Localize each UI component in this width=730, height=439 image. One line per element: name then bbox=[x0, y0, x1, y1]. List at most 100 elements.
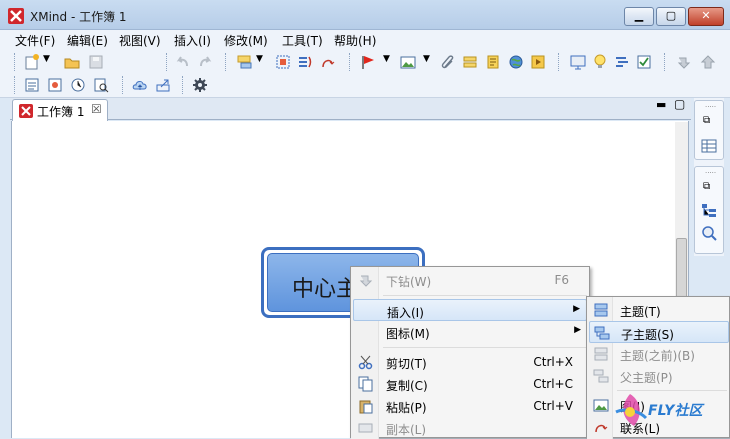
menu-edit[interactable]: 编辑(E) bbox=[67, 32, 108, 49]
grip-dots: ····· bbox=[705, 169, 717, 177]
image-icon[interactable] bbox=[400, 54, 416, 70]
restore-view-icon[interactable]: ⧉ bbox=[703, 115, 710, 126]
menu-item-shortcut: F6 bbox=[554, 273, 569, 287]
drill-down-icon[interactable] bbox=[676, 54, 692, 70]
minimize-view-icon[interactable]: ▬ bbox=[656, 98, 666, 111]
maximize-view-icon[interactable]: ▢ bbox=[674, 97, 685, 111]
toolbar-separator bbox=[182, 76, 183, 94]
dropdown-arrow-icon[interactable]: ▼ bbox=[423, 54, 430, 64]
topic-before-icon bbox=[594, 347, 608, 361]
menu-item-icon[interactable]: 图标(M) ▶ bbox=[353, 321, 587, 343]
image-icon bbox=[593, 399, 609, 412]
copy-icon bbox=[358, 376, 373, 392]
menu-file[interactable]: 文件(F) bbox=[15, 32, 55, 49]
summary-icon[interactable] bbox=[297, 54, 313, 70]
marker-flag-icon[interactable] bbox=[360, 54, 376, 70]
menu-item-label: 副本(L) bbox=[386, 423, 427, 437]
maximize-icon: ▢ bbox=[665, 9, 677, 22]
menu-item-copy[interactable]: 复制(C) Ctrl+C bbox=[353, 373, 587, 395]
open-folder-icon[interactable] bbox=[64, 54, 80, 70]
menu-item-label: 插入(I) bbox=[387, 306, 424, 320]
save-icon[interactable] bbox=[88, 54, 104, 70]
menu-help[interactable]: 帮助(H) bbox=[334, 32, 376, 49]
outline-tree-icon[interactable] bbox=[701, 203, 717, 219]
export-icon[interactable] bbox=[155, 77, 171, 93]
audio-note-icon[interactable] bbox=[530, 54, 546, 70]
topic-icon bbox=[594, 303, 608, 317]
menu-item-cut[interactable]: 剪切(T) Ctrl+X bbox=[353, 351, 587, 373]
menu-item-shortcut: Ctrl+V bbox=[533, 399, 573, 413]
submenu-item-label: 子主题(S) bbox=[621, 328, 674, 342]
menu-item-shortcut: Ctrl+X bbox=[533, 355, 573, 369]
find-icon[interactable] bbox=[93, 77, 109, 93]
central-topic-text: 中心主 bbox=[292, 277, 359, 302]
properties-view-icon[interactable] bbox=[701, 139, 717, 153]
clock-icon[interactable] bbox=[70, 77, 86, 93]
screenshot-icon[interactable] bbox=[47, 77, 63, 93]
watermark-text: FLY社区 bbox=[648, 403, 703, 419]
toolbar-separator bbox=[14, 76, 15, 94]
menu-item-label: 剪切(T) bbox=[386, 357, 427, 371]
toolbar-separator bbox=[14, 53, 15, 71]
close-button[interactable]: ✕ bbox=[688, 7, 724, 26]
redo-icon[interactable] bbox=[197, 54, 213, 70]
paste-icon bbox=[359, 400, 373, 414]
submenu-item-subtopic[interactable]: 子主题(S) bbox=[589, 321, 729, 343]
outline-view-icon[interactable] bbox=[24, 77, 40, 93]
hyperlink-globe-icon[interactable] bbox=[508, 54, 524, 70]
task-info-icon[interactable] bbox=[636, 54, 652, 70]
toolbar: ▼ ▼ ▼ ▼ bbox=[0, 48, 730, 98]
duplicate-icon bbox=[358, 423, 373, 433]
xmind-file-icon bbox=[19, 104, 33, 118]
attachment-icon[interactable] bbox=[440, 54, 456, 70]
submenu-item-topic-before[interactable]: 主题(之前)(B) bbox=[589, 343, 729, 365]
submenu-item-topic[interactable]: 主题(T) bbox=[589, 299, 729, 321]
maximize-button[interactable]: ▢ bbox=[656, 7, 686, 26]
grip-dots: ····· bbox=[705, 103, 717, 111]
gear-icon[interactable] bbox=[192, 77, 208, 93]
scrollbar-thumb[interactable] bbox=[676, 238, 687, 298]
toolbar-separator bbox=[122, 76, 123, 94]
label-icon[interactable] bbox=[462, 54, 478, 70]
presentation-icon[interactable] bbox=[570, 54, 586, 70]
menu-tools[interactable]: 工具(T) bbox=[282, 32, 323, 49]
notes-icon[interactable] bbox=[485, 54, 501, 70]
minimize-button[interactable]: ▁ bbox=[624, 7, 654, 26]
tab-close-icon[interactable]: ☒ bbox=[91, 102, 102, 116]
gantt-icon[interactable] bbox=[614, 54, 630, 70]
window-title: XMind - 工作簿 1 bbox=[30, 10, 127, 24]
drill-up-icon[interactable] bbox=[700, 54, 716, 70]
menu-item-label: 复制(C) bbox=[386, 379, 428, 393]
editor-tab-bar: 工作簿 1 ☒ ▬ ▢ bbox=[10, 97, 691, 121]
title-bar: XMind - 工作簿 1 ▁ ▢ ✕ bbox=[0, 0, 730, 30]
dropdown-arrow-icon[interactable]: ▼ bbox=[383, 54, 390, 64]
menu-view[interactable]: 视图(V) bbox=[119, 32, 161, 49]
menu-item-paste[interactable]: 粘贴(P) Ctrl+V bbox=[353, 395, 587, 417]
overview-zoom-icon[interactable] bbox=[701, 225, 717, 241]
xmind-logo-icon bbox=[8, 8, 24, 24]
dropdown-arrow-icon[interactable]: ▼ bbox=[256, 54, 263, 64]
dropdown-arrow-icon[interactable]: ▼ bbox=[43, 54, 50, 64]
submenu-item-parent-topic[interactable]: 父主题(P) bbox=[589, 365, 729, 387]
menu-modify[interactable]: 修改(M) bbox=[224, 32, 268, 49]
submenu-item-label: 父主题(P) bbox=[620, 371, 673, 385]
tab-workbook-1[interactable]: 工作簿 1 ☒ bbox=[12, 99, 108, 121]
tab-label: 工作簿 1 bbox=[37, 105, 85, 119]
menu-item-insert[interactable]: 插入(I) ▶ bbox=[353, 299, 587, 321]
insert-topic-icon[interactable] bbox=[237, 54, 253, 70]
restore-view-icon[interactable]: ⧉ bbox=[703, 181, 710, 192]
menu-item-duplicate[interactable]: 副本(L) bbox=[353, 417, 587, 439]
side-panel: ····· ⧉ ····· ⧉ bbox=[694, 98, 724, 256]
undo-icon[interactable] bbox=[175, 54, 191, 70]
relationship-icon[interactable] bbox=[320, 54, 336, 70]
menu-insert[interactable]: 插入(I) bbox=[174, 32, 211, 49]
toolbar-separator bbox=[558, 53, 559, 71]
side-panel-group-bottom: ····· ⧉ bbox=[694, 166, 724, 254]
new-workbook-icon[interactable] bbox=[24, 54, 40, 70]
upload-cloud-icon[interactable] bbox=[132, 77, 148, 93]
boundary-icon[interactable] bbox=[275, 54, 291, 70]
submenu-arrow-icon: ▶ bbox=[573, 304, 580, 314]
menu-bar: 文件(F) 编辑(E) 视图(V) 插入(I) 修改(M) 工具(T) 帮助(H… bbox=[0, 30, 730, 48]
menu-item-drill-down[interactable]: 下钻(W) F6 bbox=[353, 269, 587, 291]
brainstorm-bulb-icon[interactable] bbox=[592, 54, 608, 70]
